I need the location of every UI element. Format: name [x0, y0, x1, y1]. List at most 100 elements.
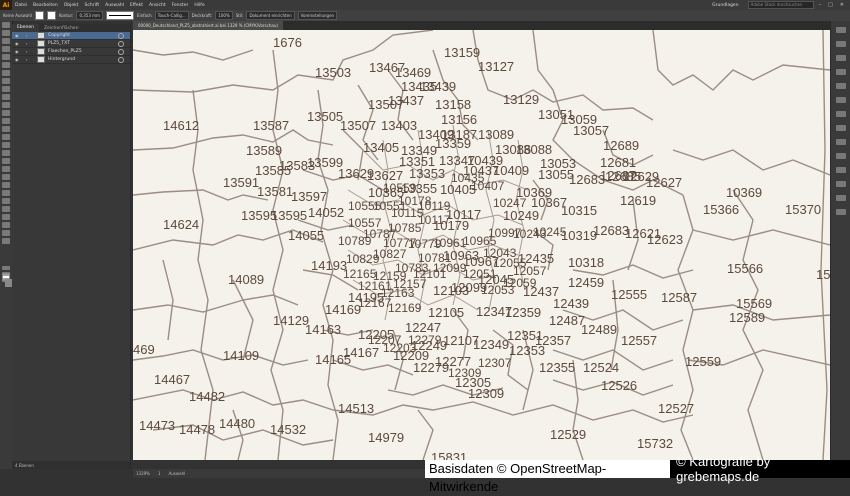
properties-icon[interactable]	[836, 27, 846, 33]
brush-dropdown[interactable]: Touch-Callig...	[154, 11, 189, 20]
swatches-icon[interactable]	[836, 55, 846, 61]
hand-tool-icon[interactable]	[2, 230, 10, 236]
type-tool-icon[interactable]	[2, 70, 10, 76]
stock-search-input[interactable]: Adobe Stock durchsuchen	[747, 1, 814, 9]
graph-tool-icon[interactable]	[2, 206, 10, 212]
brushes-icon[interactable]	[836, 69, 846, 75]
opacity-field[interactable]: 100%	[215, 11, 233, 20]
layer-row[interactable]: ◉ › PLZ5_TXT	[12, 40, 130, 48]
minimize-icon[interactable]: –	[817, 2, 824, 8]
expand-arrow-icon[interactable]: ›	[26, 57, 31, 62]
blend-tool-icon[interactable]	[2, 190, 10, 196]
eyedropper-icon[interactable]	[2, 182, 10, 188]
postcode-label: 1676	[273, 35, 302, 50]
zoom-level[interactable]: 1329%	[136, 471, 150, 476]
scale-tool-icon[interactable]	[2, 126, 10, 132]
visibility-eye-icon[interactable]: ◉	[15, 49, 20, 54]
menu-auswahl[interactable]: Auswahl	[102, 3, 127, 8]
selection-tool-icon[interactable]	[2, 22, 10, 28]
rotate-tool-icon[interactable]	[2, 118, 10, 124]
layer-row[interactable]: ◉ › Copyright	[12, 32, 130, 40]
shape-builder-icon[interactable]	[2, 150, 10, 156]
paintbrush-tool-icon[interactable]	[2, 94, 10, 100]
menu-fenster[interactable]: Fenster	[169, 3, 192, 8]
tab-artboards[interactable]: Zeichenflächen	[39, 26, 84, 31]
target-circle-icon[interactable]	[118, 32, 124, 39]
document-setup-button[interactable]: Dokument einrichten	[246, 11, 295, 20]
curvature-tool-icon[interactable]	[2, 62, 10, 68]
pencil-tool-icon[interactable]	[2, 102, 10, 108]
layers-panel-icon[interactable]	[836, 167, 846, 173]
visibility-eye-icon[interactable]: ◉	[15, 57, 20, 62]
postcode-label: 12489	[581, 322, 617, 337]
stroke-swatch[interactable]	[47, 11, 56, 20]
postcode-label: 15569	[736, 296, 772, 311]
tab-layers[interactable]: Ebenen	[12, 24, 39, 32]
artboard-number[interactable]: 1	[158, 471, 161, 476]
transparency-icon[interactable]	[836, 125, 846, 131]
workspace-switcher[interactable]: Grundlagen	[712, 3, 738, 8]
stroke-style-label[interactable]: Einfach	[137, 13, 152, 18]
zoom-tool-icon[interactable]	[2, 238, 10, 244]
lasso-tool-icon[interactable]	[2, 46, 10, 52]
transform-icon[interactable]	[836, 209, 846, 215]
width-tool-icon[interactable]	[2, 134, 10, 140]
menu-hilfe[interactable]: Hilfe	[191, 3, 207, 8]
gradient-panel-icon[interactable]	[836, 111, 846, 117]
maximize-icon[interactable]: □	[826, 2, 835, 8]
artboard-canvas[interactable]: 13159 13127 13503 13467 13469 13435 13439 13158…	[133, 30, 830, 460]
stroke-weight-field[interactable]: 0,353 mm	[76, 11, 103, 20]
visibility-eye-icon[interactable]: ◉	[15, 33, 20, 38]
menu-bar: Ai Datei Bearbeiten Objekt Schrift Auswa…	[0, 0, 850, 10]
menu-objekt[interactable]: Objekt	[61, 3, 82, 8]
fill-swatch[interactable]	[35, 11, 44, 20]
symbol-sprayer-icon[interactable]	[2, 198, 10, 204]
expand-arrow-icon[interactable]: ›	[26, 41, 31, 46]
symbols-icon[interactable]	[836, 83, 846, 89]
screen-mode-icon[interactable]	[2, 278, 10, 282]
menu-datei[interactable]: Datei	[12, 3, 30, 8]
line-tool-icon[interactable]	[2, 78, 10, 84]
mesh-tool-icon[interactable]	[2, 166, 10, 172]
appearance-icon[interactable]	[836, 139, 846, 145]
artboard-tool-icon[interactable]	[2, 214, 10, 220]
direct-selection-tool-icon[interactable]	[2, 30, 10, 36]
pen-tool-icon[interactable]	[2, 54, 10, 60]
postcode-label: 13597	[291, 189, 327, 204]
stroke-panel-icon[interactable]	[836, 97, 846, 103]
postcode-label: 13359	[435, 136, 471, 151]
menu-bearbeiten[interactable]: Bearbeiten	[30, 3, 61, 8]
target-circle-icon[interactable]	[118, 48, 124, 55]
close-icon[interactable]: ✕	[838, 2, 846, 8]
drawing-mode-icon[interactable]	[2, 272, 10, 276]
layer-row[interactable]: ◉ › Hintergrund	[12, 56, 130, 64]
color-panel-icon[interactable]	[836, 41, 846, 47]
slice-tool-icon[interactable]	[2, 222, 10, 228]
document-tab[interactable]: 00000_Deutschland_PLZ5_abstrahiert.ai be…	[133, 21, 283, 30]
postcode-label: 12555	[611, 287, 647, 302]
expand-arrow-icon[interactable]: ›	[26, 49, 31, 54]
rectangle-tool-icon[interactable]	[2, 86, 10, 92]
expand-arrow-icon[interactable]: ›	[26, 33, 31, 38]
menu-ansicht[interactable]: Ansicht	[146, 3, 169, 8]
eraser-tool-icon[interactable]	[2, 110, 10, 116]
magic-wand-icon[interactable]	[2, 38, 10, 44]
preferences-button[interactable]: Voreinstellungen	[297, 11, 338, 20]
postcode-label: 12587	[661, 290, 697, 305]
graphic-styles-icon[interactable]	[836, 153, 846, 159]
free-transform-icon[interactable]	[2, 142, 10, 148]
menu-effekt[interactable]: Effekt	[127, 3, 146, 8]
align-icon[interactable]	[836, 181, 846, 187]
pathfinder-icon[interactable]	[836, 195, 846, 201]
layer-thumbnail	[37, 56, 45, 63]
perspective-grid-icon[interactable]	[2, 158, 10, 164]
target-circle-icon[interactable]	[118, 56, 124, 63]
color-mode-icon[interactable]	[2, 266, 10, 270]
gradient-tool-icon[interactable]	[2, 174, 10, 180]
stroke-profile-preview[interactable]	[105, 11, 134, 20]
target-circle-icon[interactable]	[118, 40, 124, 47]
visibility-eye-icon[interactable]: ◉	[15, 41, 20, 46]
postcode-label: 13591	[223, 175, 259, 190]
menu-schrift[interactable]: Schrift	[82, 3, 103, 8]
layer-row[interactable]: ◉ › Flaechen_PLZ5	[12, 48, 130, 56]
